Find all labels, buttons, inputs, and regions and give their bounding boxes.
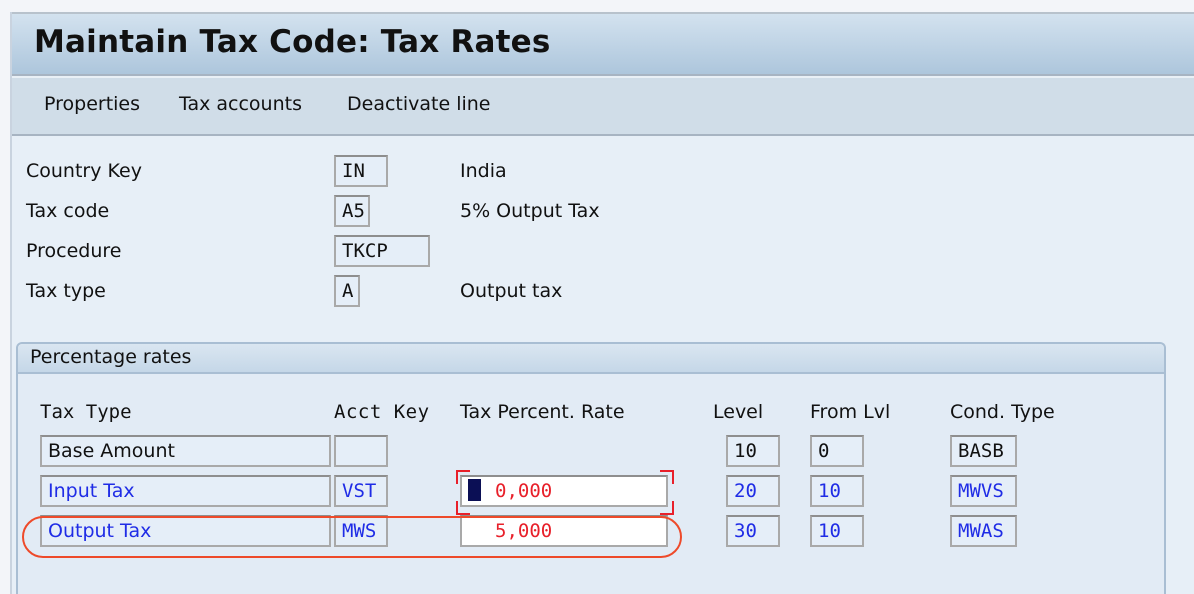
col-header-cond-type: Cond. Type [950,401,1055,423]
tax-rate-value: 0,000 [495,480,553,502]
col-header-from-lvl: From Lvl [810,401,891,423]
application-toolbar: Properties Tax accounts Deactivate line [12,76,1194,136]
properties-button[interactable]: Properties [44,93,140,115]
col-header-level: Level [713,401,764,423]
group-title: Percentage rates [30,346,192,368]
cond-type-cell[interactable]: BASB [950,435,1017,467]
col-header-acct-key: Acct Key [334,401,430,423]
level-cell[interactable]: 30 [726,515,780,547]
tax-code-label: Tax code [26,200,110,222]
deactivate-line-button[interactable]: Deactivate line [347,93,491,115]
group-header: Percentage rates [18,344,1164,374]
from-lvl-cell[interactable]: 0 [810,435,864,467]
cond-type-cell[interactable]: MWAS [950,515,1017,547]
from-lvl-cell[interactable]: 10 [810,475,864,507]
tax-type-description: Output tax [460,280,563,302]
level-cell[interactable]: 10 [726,435,780,467]
tax-rate-input[interactable]: 0,000 [460,475,668,507]
focus-bracket [456,470,470,484]
acct-key-cell[interactable] [334,435,388,467]
col-header-tax-type: Tax Type [40,401,132,423]
country-key-field[interactable]: IN [334,155,388,187]
tax-type-field[interactable]: A [334,275,360,307]
focus-bracket [660,470,674,484]
tax-type-label: Tax type [26,280,106,302]
page-title: Maintain Tax Code: Tax Rates [34,24,551,60]
col-header-tax-rate: Tax Percent. Rate [460,401,625,423]
tax-code-field[interactable]: A5 [334,195,370,227]
highlight-annotation [22,516,682,558]
tax-type-cell[interactable]: Input Tax [40,475,331,507]
focus-bracket [660,501,674,515]
country-description: India [460,160,507,182]
acct-key-cell[interactable]: VST [334,475,388,507]
focus-bracket [456,501,470,515]
procedure-field[interactable]: TKCP [334,235,430,267]
tax-type-cell[interactable]: Base Amount [40,435,331,467]
level-cell[interactable]: 20 [726,475,780,507]
tax-code-description: 5% Output Tax [460,200,600,222]
title-bar: Maintain Tax Code: Tax Rates [12,12,1194,76]
tax-accounts-button[interactable]: Tax accounts [179,93,302,115]
from-lvl-cell[interactable]: 10 [810,515,864,547]
procedure-label: Procedure [26,240,122,262]
country-key-label: Country Key [26,160,142,182]
cond-type-cell[interactable]: MWVS [950,475,1017,507]
